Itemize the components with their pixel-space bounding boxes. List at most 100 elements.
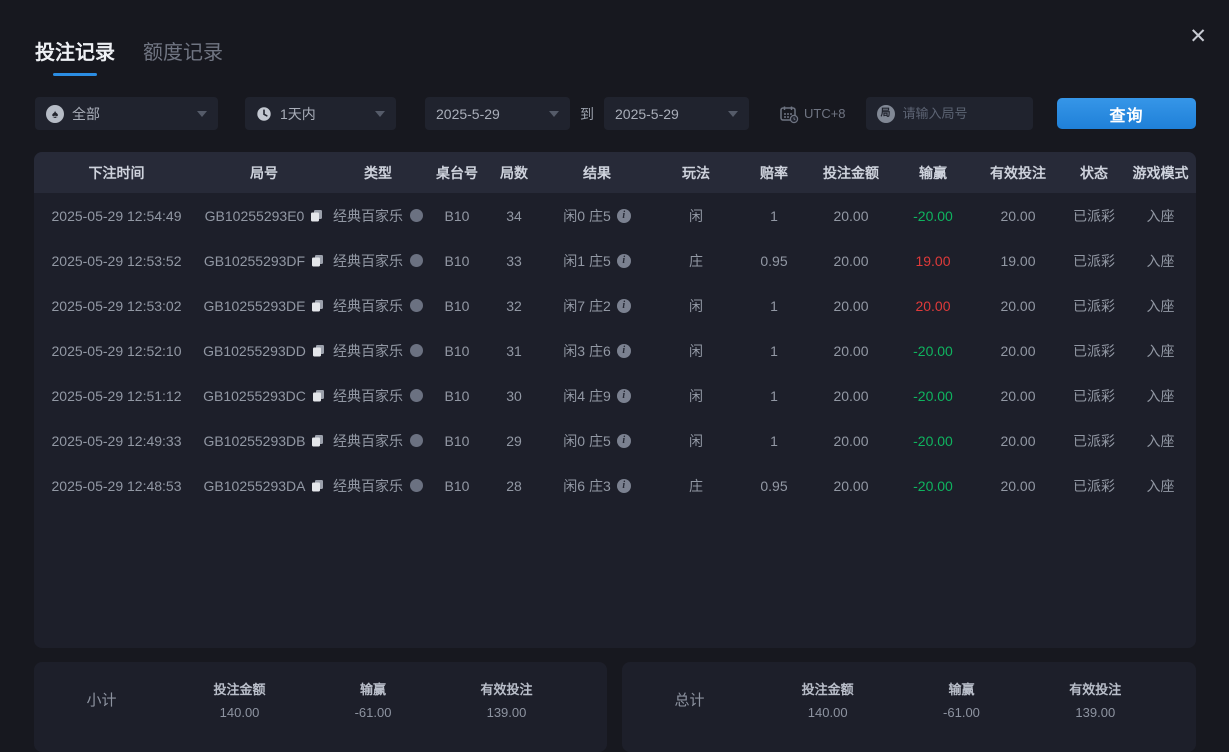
cell-play: 闲: [653, 431, 739, 451]
cell-round-no: 34: [487, 208, 541, 224]
cell-game-mode: 入座: [1125, 386, 1196, 406]
cell-odds: 1: [739, 298, 809, 314]
cell-round-no: 32: [487, 298, 541, 314]
cell-bet-time: 2025-05-29 12:53:52: [34, 253, 199, 269]
cell-game-type: 经典百家乐: [329, 386, 427, 406]
copy-icon[interactable]: [312, 344, 325, 357]
table-row: 2025-05-29 12:48:53 GB10255293DA 经典百家乐 B…: [34, 463, 1196, 508]
cell-bet-amount: 20.00: [809, 478, 893, 494]
copy-icon[interactable]: [312, 389, 325, 402]
tab-bar: 投注记录 额度记录: [35, 36, 223, 76]
cell-result: 闲3 庄6 i: [541, 341, 653, 361]
cell-win-loss: -20.00: [893, 433, 973, 449]
cell-bet-amount: 20.00: [809, 343, 893, 359]
column-header: 赔率: [739, 163, 809, 183]
cell-bet-time: 2025-05-29 12:52:10: [34, 343, 199, 359]
cell-win-loss: -20.00: [893, 208, 973, 224]
game-type-value: 全部: [72, 104, 100, 124]
cell-result: 闲0 庄5 i: [541, 431, 653, 451]
info-icon[interactable]: i: [617, 299, 631, 313]
info-icon[interactable]: i: [617, 209, 631, 223]
to-label: 到: [580, 104, 594, 124]
cell-game-mode: 入座: [1125, 206, 1196, 226]
cell-bet-amount: 20.00: [809, 433, 893, 449]
info-icon[interactable]: i: [617, 434, 631, 448]
game-logo-icon: [410, 299, 423, 312]
cell-status: 已派彩: [1063, 206, 1125, 226]
copy-icon[interactable]: [311, 254, 324, 267]
chevron-down-icon: [197, 111, 207, 117]
cell-game-id: GB10255293DD: [199, 343, 329, 359]
close-icon[interactable]: ✕: [1189, 26, 1207, 47]
column-header: 游戏模式: [1125, 163, 1196, 183]
date-to-value: 2025-5-29: [615, 106, 679, 122]
table-row: 2025-05-29 12:51:12 GB10255293DC 经典百家乐 B…: [34, 373, 1196, 418]
cell-play: 庄: [653, 476, 739, 496]
filter-bar: ♠ 全部 1天内 2025-5-29 到 2025-5-29: [35, 97, 1196, 130]
date-to-dropdown[interactable]: 2025-5-29: [604, 97, 749, 130]
column-header: 下注时间: [34, 163, 199, 183]
cell-bet-time: 2025-05-29 12:54:49: [34, 208, 199, 224]
column-header: 桌台号: [427, 163, 487, 183]
date-from-value: 2025-5-29: [436, 106, 500, 122]
copy-icon[interactable]: [311, 299, 324, 312]
table-row: 2025-05-29 12:53:02 GB10255293DE 经典百家乐 B…: [34, 283, 1196, 328]
tab-bet-records[interactable]: 投注记录: [35, 36, 115, 76]
table-body: 2025-05-29 12:54:49 GB10255293E0 经典百家乐 B…: [34, 193, 1196, 508]
copy-icon[interactable]: [311, 479, 324, 492]
cell-bet-amount: 20.00: [809, 388, 893, 404]
column-header: 投注金额: [809, 163, 893, 183]
cell-table-no: B10: [427, 433, 487, 449]
time-range-dropdown[interactable]: 1天内: [245, 97, 396, 130]
tab-quota-records[interactable]: 额度记录: [143, 36, 223, 76]
chevron-down-icon: [549, 111, 559, 117]
cell-odds: 1: [739, 433, 809, 449]
round-badge-icon: 局: [877, 105, 895, 123]
cell-valid-bet: 20.00: [973, 208, 1063, 224]
total-valid-bet: 有效投注 139.00: [1069, 679, 1121, 752]
cell-game-id: GB10255293DA: [199, 478, 329, 494]
cell-odds: 1: [739, 388, 809, 404]
cell-result: 闲1 庄5 i: [541, 251, 653, 271]
query-button[interactable]: 查询: [1057, 98, 1196, 129]
cell-table-no: B10: [427, 388, 487, 404]
cell-status: 已派彩: [1063, 296, 1125, 316]
info-icon[interactable]: i: [617, 479, 631, 493]
cell-game-type: 经典百家乐: [329, 341, 427, 361]
round-search-input[interactable]: [903, 106, 1022, 121]
cell-table-no: B10: [427, 298, 487, 314]
cell-bet-amount: 20.00: [809, 298, 893, 314]
cell-odds: 0.95: [739, 478, 809, 494]
info-icon[interactable]: i: [617, 254, 631, 268]
table-header: 下注时间局号类型桌台号局数结果玩法赔率投注金额输赢有效投注状态游戏模式: [34, 152, 1196, 193]
copy-icon[interactable]: [310, 209, 323, 222]
game-type-dropdown[interactable]: ♠ 全部: [35, 97, 218, 130]
cell-table-no: B10: [427, 253, 487, 269]
cell-play: 闲: [653, 296, 739, 316]
info-icon[interactable]: i: [617, 389, 631, 403]
timezone-label: UTC+8: [804, 106, 846, 121]
date-from-dropdown[interactable]: 2025-5-29: [425, 97, 570, 130]
column-header: 输赢: [893, 163, 973, 183]
copy-icon[interactable]: [311, 434, 324, 447]
column-header: 有效投注: [973, 163, 1063, 183]
cell-game-mode: 入座: [1125, 476, 1196, 496]
cell-bet-amount: 20.00: [809, 253, 893, 269]
column-header: 结果: [541, 163, 653, 183]
cell-game-type: 经典百家乐: [329, 251, 427, 271]
cell-game-id: GB10255293DE: [199, 298, 329, 314]
subtotal-bet-amount: 投注金额 140.00: [214, 679, 266, 752]
cell-status: 已派彩: [1063, 386, 1125, 406]
cell-round-no: 29: [487, 433, 541, 449]
cell-valid-bet: 19.00: [973, 253, 1063, 269]
table-row: 2025-05-29 12:49:33 GB10255293DB 经典百家乐 B…: [34, 418, 1196, 463]
info-icon[interactable]: i: [617, 344, 631, 358]
game-logo-icon: [410, 389, 423, 402]
column-header: 局数: [487, 163, 541, 183]
game-logo-icon: [410, 434, 423, 447]
cell-status: 已派彩: [1063, 476, 1125, 496]
column-header: 局号: [199, 163, 329, 183]
cell-game-id: GB10255293DB: [199, 433, 329, 449]
game-logo-icon: [410, 479, 423, 492]
cell-game-type: 经典百家乐: [329, 476, 427, 496]
